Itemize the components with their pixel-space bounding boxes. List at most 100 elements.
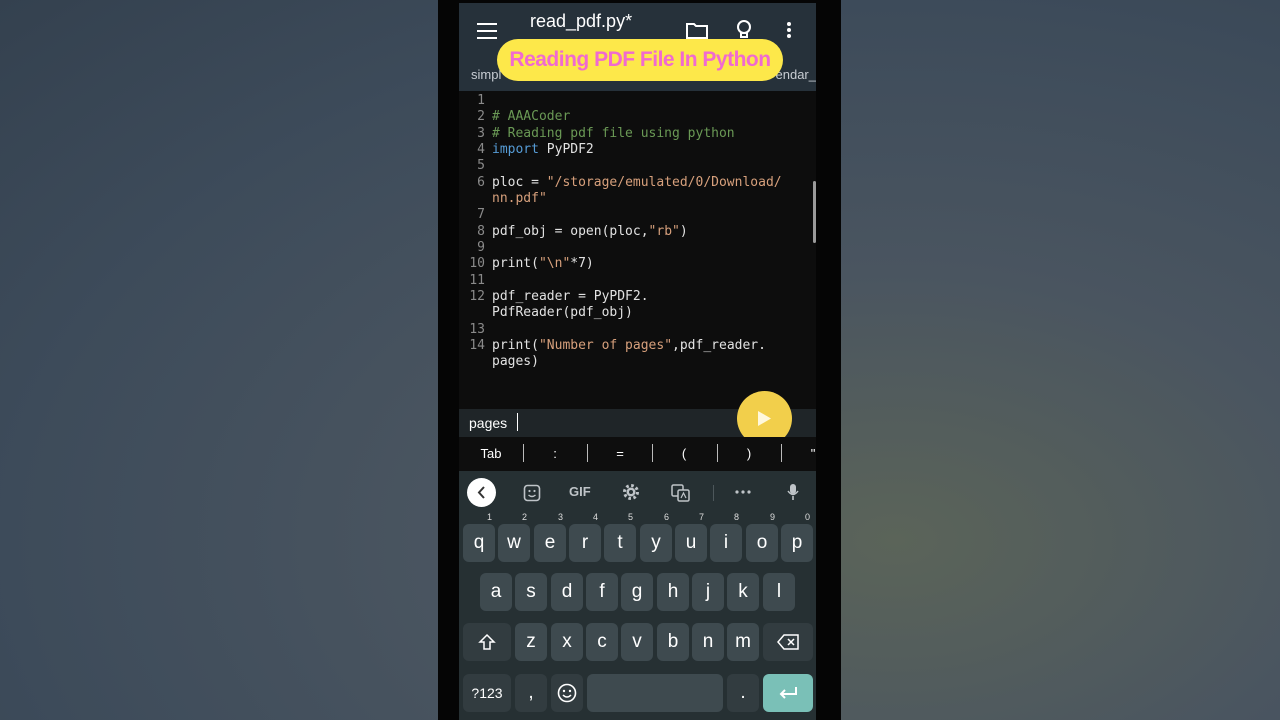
symbol-key-colon[interactable]: : (535, 446, 575, 461)
enter-key[interactable] (763, 674, 813, 712)
key-o[interactable]: o9 (746, 512, 778, 562)
line-number: 13 (469, 322, 485, 337)
code-token: ) (679, 224, 688, 239)
key-v[interactable]: v (621, 623, 653, 661)
code-line: print("Number of pages",pdf_reader. (492, 338, 766, 353)
emoji-key[interactable] (551, 674, 583, 712)
soft-keyboard: GIF q1 w2 e3 r4 t 5 y 6 u 7 i 8 o 9 p 0 … (459, 471, 816, 720)
comma-key[interactable]: , (515, 674, 547, 712)
gif-button[interactable]: GIF (569, 484, 591, 499)
code-line: pdf_reader = PyPDF2. (492, 289, 649, 304)
key-d[interactable]: d (551, 573, 583, 611)
more-options-icon[interactable] (786, 21, 792, 39)
code-line: pdf_obj = open(ploc,"rb") (492, 224, 688, 239)
key-i[interactable]: i8 (710, 512, 742, 562)
key-x[interactable]: x (551, 623, 583, 661)
microphone-icon[interactable] (787, 483, 799, 501)
code-token: print( (492, 338, 539, 353)
code-line: ploc = "/storage/emulated/0/Download/ (492, 175, 782, 190)
period-key[interactable]: . (727, 674, 759, 712)
shift-arrow-icon (478, 633, 496, 650)
line-number: 9 (477, 240, 485, 255)
backspace-key[interactable] (763, 623, 813, 661)
key-r[interactable]: r4 (569, 512, 601, 562)
key-t[interactable]: t5 (604, 512, 636, 562)
symbol-key-open-paren[interactable]: ( (664, 446, 704, 461)
symbol-separator (587, 444, 588, 462)
code-token: print( (492, 256, 539, 271)
line-number: 5 (477, 158, 485, 173)
key-g[interactable]: g (621, 573, 653, 611)
key-e[interactable]: e3 (534, 512, 566, 562)
code-line: print("\n"*7) (492, 256, 594, 271)
key-c[interactable]: c (586, 623, 618, 661)
file-tab-right[interactable]: endar_ (776, 67, 816, 82)
symbol-key-quote[interactable]: " (793, 446, 816, 461)
sticker-icon[interactable] (523, 484, 541, 502)
lightbulb-icon[interactable] (736, 20, 752, 40)
space-bar[interactable] (587, 674, 723, 712)
line-number: 8 (477, 224, 485, 239)
key-s[interactable]: s (515, 573, 547, 611)
key-u[interactable]: u7 (675, 512, 707, 562)
more-horizontal-icon[interactable] (735, 490, 751, 494)
play-icon (758, 411, 771, 426)
text-cursor (517, 413, 518, 431)
line-number: 14 (469, 338, 485, 353)
symbols-key[interactable]: ?123 (463, 674, 511, 712)
line-number: 11 (469, 273, 485, 288)
code-line-comment: # Reading pdf file using python (492, 126, 735, 141)
key-m[interactable]: m (727, 623, 759, 661)
key-a[interactable]: a (480, 573, 512, 611)
backspace-icon (777, 634, 799, 650)
key-h[interactable]: h (657, 573, 689, 611)
code-line-import: import PyPDF2 (492, 142, 594, 157)
code-token: PyPDF2 (538, 142, 594, 157)
keyboard-toolbar: GIF (459, 471, 816, 513)
line-number: 3 (477, 126, 485, 141)
symbol-separator (523, 444, 524, 462)
symbol-separator (717, 444, 718, 462)
key-w[interactable]: w2 (498, 512, 530, 562)
phone-screen: read_pdf.py* simpl endar_ Reading PDF Fi… (459, 3, 816, 720)
autocomplete-suggestion[interactable]: pages (469, 415, 507, 431)
shift-key[interactable] (463, 623, 511, 661)
key-y[interactable]: y6 (640, 512, 672, 562)
symbol-key-close-paren[interactable]: ) (729, 446, 769, 461)
key-p[interactable]: p0 (781, 512, 813, 562)
key-k[interactable]: k (727, 573, 759, 611)
symbol-key-equals[interactable]: = (600, 446, 640, 461)
file-title: read_pdf.py* (530, 11, 633, 31)
key-l[interactable]: l (763, 573, 795, 611)
settings-gear-icon[interactable] (622, 483, 640, 501)
editor-scrollbar[interactable] (813, 181, 816, 243)
code-line-wrapped: PdfReader(pdf_obj) (492, 305, 633, 320)
file-tab-left[interactable]: simpl (471, 67, 501, 82)
key-b[interactable]: b (657, 623, 689, 661)
hamburger-menu-icon[interactable] (477, 23, 497, 39)
line-number: 4 (477, 142, 485, 157)
key-z[interactable]: z (515, 623, 547, 661)
code-line-wrapped: nn.pdf" (492, 191, 547, 206)
title-banner: Reading PDF File In Python (497, 39, 783, 81)
symbol-bar: Tab : = ( ) " (459, 437, 816, 471)
folder-icon[interactable] (686, 21, 708, 39)
key-n[interactable]: n (692, 623, 724, 661)
code-editor[interactable]: 1 2 3 4 5 6 7 8 9 10 11 12 13 14 # AAACo… (459, 91, 816, 409)
line-number: 6 (477, 175, 485, 190)
keyword-token: import (492, 142, 539, 157)
string-token: "\n" (538, 256, 571, 271)
key-j[interactable]: j (692, 573, 724, 611)
key-f[interactable]: f (586, 573, 618, 611)
translate-icon[interactable] (671, 484, 690, 502)
keyboard-back-button[interactable] (467, 478, 496, 507)
line-number: 10 (469, 256, 485, 271)
string-token: "Number of pages" (538, 338, 673, 353)
line-number: 12 (469, 289, 485, 304)
symbol-key-tab[interactable]: Tab (471, 446, 511, 461)
string-token: "rb" (648, 224, 680, 239)
toolbar-divider (713, 485, 714, 501)
app-bar: read_pdf.py* simpl endar_ Reading PDF Fi… (459, 3, 816, 91)
key-q[interactable]: q1 (463, 512, 495, 562)
chevron-left-icon (477, 486, 485, 499)
